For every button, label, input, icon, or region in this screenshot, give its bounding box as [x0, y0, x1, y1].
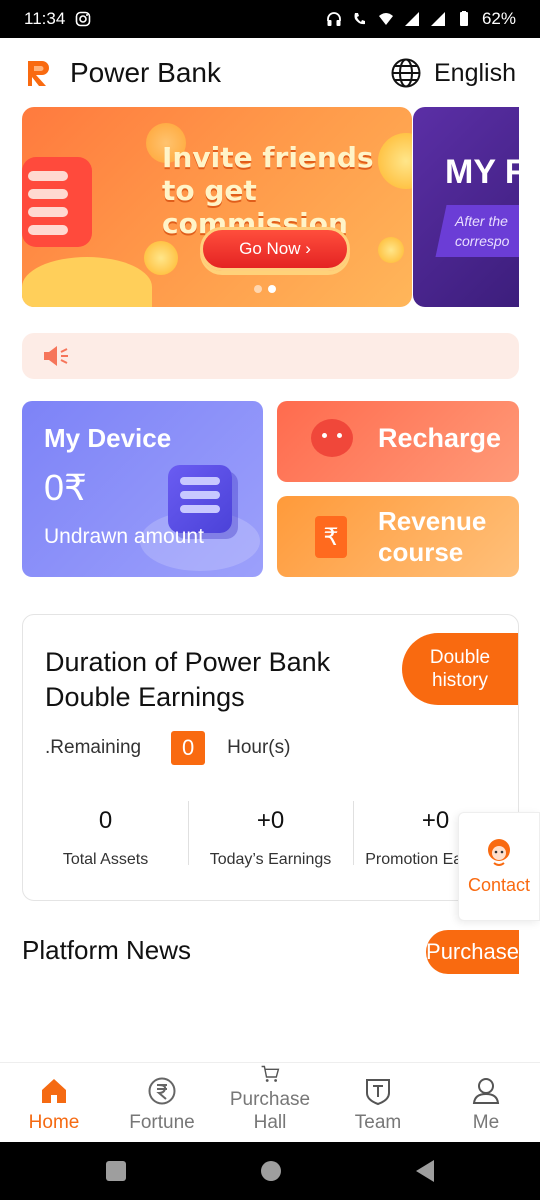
my-device-tile[interactable]: My Device 0₹ Undrawn amount — [22, 401, 263, 577]
banner-pedestal — [22, 257, 152, 307]
bottom-tab-bar: Home Fortune Purchase Hall Team Me — [0, 1062, 540, 1142]
coin-icon — [378, 237, 404, 263]
stats-list: 0 Total Assets +0 Today’s Earnings +0 Pr… — [23, 801, 520, 869]
app-title: Power Bank — [70, 57, 221, 88]
double-history-button[interactable]: Double history — [402, 633, 518, 705]
power-bank-logo-icon — [28, 61, 49, 86]
status-time: 11:34 — [24, 9, 66, 28]
stats-row: 0 Total Assets +0 Today’s Earnings +0 Pr… — [23, 801, 520, 881]
instagram-icon — [75, 11, 91, 27]
customer-service-icon — [488, 839, 510, 866]
user-icon — [472, 1078, 500, 1104]
app-header: Power Bank English — [0, 38, 540, 108]
carousel-dot — [254, 285, 262, 293]
stat-total-assets: 0 Total Assets — [23, 801, 188, 869]
remaining-row: .Remaining 0 Hour(s) — [45, 731, 290, 765]
tab-team[interactable]: Team — [324, 1063, 432, 1142]
tab-purchase-hall[interactable]: Purchase Hall — [216, 1063, 324, 1142]
carousel-dot-active — [268, 285, 276, 293]
undrawn-amount-label: Undrawn amount — [44, 525, 204, 548]
double-history-label: Double history — [429, 647, 491, 691]
status-right: 62% — [326, 9, 516, 29]
notice-bar[interactable] — [22, 333, 519, 379]
tab-label: Me — [472, 1112, 500, 1133]
piggy-bank-icon — [311, 419, 353, 457]
language-label: English — [434, 58, 516, 87]
tab-label: Home — [28, 1112, 80, 1133]
tab-label: Fortune — [129, 1112, 195, 1133]
tab-label: Team — [354, 1112, 402, 1133]
rupee-icon — [148, 1077, 176, 1105]
signal-icon — [404, 12, 419, 26]
team-icon — [366, 1079, 390, 1106]
call-icon — [354, 13, 365, 25]
stat-todays-earnings: +0 Today’s Earnings — [188, 801, 353, 869]
battery-icon — [459, 11, 468, 26]
remaining-value: 0 — [171, 731, 206, 765]
revenue-course-tile[interactable]: ₹ Revenue course — [277, 496, 519, 577]
double-earnings-card: Duration of Power Bank Double Earnings D… — [22, 614, 519, 901]
banner2-text: After the correspo — [455, 211, 519, 251]
system-navigation-bar — [0, 1142, 540, 1200]
back-button[interactable] — [416, 1160, 434, 1182]
status-left: 11:34 — [24, 9, 91, 29]
speaker-icon — [44, 346, 68, 366]
stat-label: Today’s Earnings — [209, 851, 332, 868]
recents-button[interactable] — [106, 1161, 126, 1181]
calculator-icon — [22, 157, 92, 247]
globe-icon — [391, 58, 421, 88]
carousel-dots — [254, 285, 276, 293]
tab-label: Purchase Hall — [229, 1089, 311, 1133]
coin-icon — [144, 241, 178, 275]
banner-slide-invite[interactable]: Invite friends to get commission Go Now … — [22, 107, 412, 307]
revenue-course-title: Revenue course — [378, 506, 487, 567]
purchase-button[interactable]: Purchase — [426, 930, 519, 974]
tab-fortune[interactable]: Fortune — [108, 1063, 216, 1142]
signal-icon-2 — [430, 12, 445, 26]
home-button[interactable] — [261, 1161, 281, 1181]
undrawn-amount-value: 0₹ — [44, 467, 87, 508]
tab-me[interactable]: Me — [432, 1063, 540, 1142]
cart-icon — [261, 1065, 280, 1082]
banner-carousel[interactable]: Invite friends to get commission Go Now … — [22, 107, 519, 307]
device-icon — [168, 465, 232, 533]
wifi-icon — [378, 13, 393, 25]
recharge-title: Recharge — [378, 423, 502, 453]
rupee-book-icon: ₹ — [315, 516, 347, 558]
banner2-text-content: After the correspo — [455, 213, 510, 249]
double-earnings-title: Duration of Power Bank Double Earnings — [45, 647, 331, 712]
battery-percent: 62% — [481, 9, 516, 28]
status-bar: 11:34 62% — [0, 0, 540, 38]
stat-label: Total Assets — [62, 851, 149, 868]
stat-value: 0 — [98, 807, 113, 834]
banner-slide-next[interactable]: MY F After the correspo — [413, 107, 519, 307]
my-device-title: My Device — [44, 423, 172, 453]
platform-news-title: Platform News — [22, 935, 192, 965]
contact-label: Contact — [467, 875, 531, 895]
language-selector[interactable]: English — [390, 57, 516, 89]
go-now-button[interactable]: Go Now › — [200, 227, 350, 271]
banner-headline: Invite friends to get commission — [162, 141, 374, 240]
headphones-icon — [327, 12, 341, 26]
stat-value: +0 — [256, 807, 285, 834]
contact-floating-button[interactable]: Contact — [458, 812, 540, 921]
banner2-title: MY F — [445, 153, 519, 191]
remaining-unit: Hour(s) — [227, 737, 291, 758]
tab-home[interactable]: Home — [0, 1063, 108, 1142]
home-icon — [42, 1079, 66, 1103]
recharge-tile[interactable]: Recharge — [277, 401, 519, 482]
remaining-label: .Remaining — [45, 737, 142, 758]
